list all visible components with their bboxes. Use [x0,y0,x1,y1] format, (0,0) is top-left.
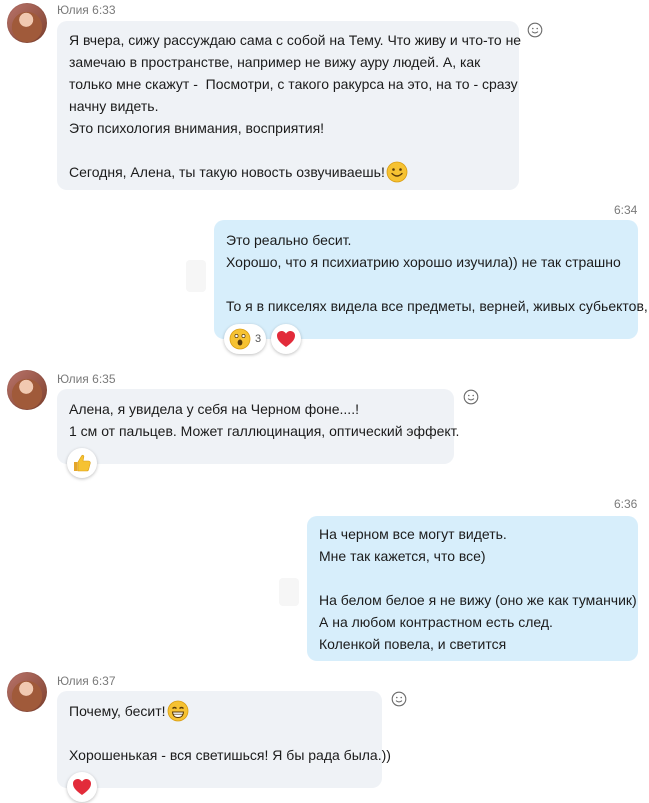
message-text: Почему, бесит! [69,700,370,722]
message-text: Коленкой повела, и светится [319,636,507,652]
message-meta: Юлия 6:37 [57,674,116,688]
message-meta: Юлия 6:33 [57,3,116,17]
message-text: только мне скажут - Посмотри, с такого р… [69,76,518,92]
message-text: Сегодня, Алена, ты такую новость озвучив… [69,161,507,183]
avatar[interactable] [7,370,47,410]
astonished-emoji [229,328,251,350]
message-bubble[interactable]: Я вчера, сижу рассуждаю сама с собой на … [57,21,522,190]
author-name: Юлия [57,3,89,17]
grin-emoji [167,700,188,722]
message-text: Хорошенькая - вся светишься! Я бы рада б… [69,747,391,763]
message-hover-ghost [186,260,206,292]
add-reaction-button[interactable] [461,387,481,407]
reaction-chip[interactable] [271,324,301,354]
message-meta: Юлия 6:35 [57,372,116,386]
message-text: На черном все могут видеть. [319,526,507,542]
message-text: Это психология внимания, восприятия! [69,120,325,136]
message-bubble[interactable]: Это реально бесит. Хорошо, что я психиат… [214,220,648,339]
message-bubble[interactable]: На черном все могут видеть. Мне так каже… [307,516,638,661]
reaction-chip[interactable]: 3 [224,324,266,354]
message-hover-ghost [279,578,299,606]
reaction-chip[interactable] [67,448,97,478]
smile-emoji [386,161,408,183]
message-bubble[interactable]: Почему, бесит! Хорошенькая - вся светишь… [57,691,391,788]
message-text [319,567,626,589]
message-text [69,139,507,161]
smiley-outline-icon [527,22,543,38]
author-name: Юлия [57,372,89,386]
reaction-chip[interactable] [67,772,97,802]
message-time: 6:36 [614,497,638,511]
message-time: 6:35 [92,372,116,386]
smiley-outline-icon [391,691,407,707]
message-text: начну видеть. [69,98,159,114]
message-text-span: Почему, бесит! [69,703,166,719]
message-time: 6:34 [614,203,638,217]
avatar[interactable] [7,672,47,712]
message-bubble[interactable]: Алена, я увидела у себя на Черном фоне..… [57,389,460,464]
heart-icon [73,779,91,795]
add-reaction-button[interactable] [525,20,545,40]
avatar[interactable] [7,3,47,43]
message-text: Я вчера, сижу рассуждаю сама с собой на … [69,32,522,48]
message-time: 6:33 [92,3,116,17]
message-text: 1 см от пальцев. Может галлюцинация, опт… [69,423,460,439]
message-text: А на любом контрастном есть след. [319,614,553,630]
smiley-outline-icon [463,389,479,405]
message-text-span: Сегодня, Алена, ты такую новость озвучив… [69,164,385,180]
heart-icon [277,331,295,347]
thumbs-up-icon [74,454,91,472]
message-text: Алена, я увидела у себя на Черном фоне..… [69,401,359,417]
message-text [69,722,370,744]
message-text: замечаю в пространстве, например не вижу… [69,54,481,70]
message-text: Это реально бесит. [226,232,352,248]
message-text: Хорошо, что я психиатрию хорошо изучила)… [226,254,621,270]
reaction-count: 3 [254,333,262,345]
message-time: 6:37 [92,674,116,688]
message-text: На белом белое я не вижу (оно же как тум… [319,592,637,608]
message-text [226,273,626,295]
add-reaction-button[interactable] [389,689,409,709]
message-text: Мне так кажется, что все) [319,548,486,564]
message-text: То я в пикселях видела все предметы, вер… [226,298,648,314]
author-name: Юлия [57,674,89,688]
